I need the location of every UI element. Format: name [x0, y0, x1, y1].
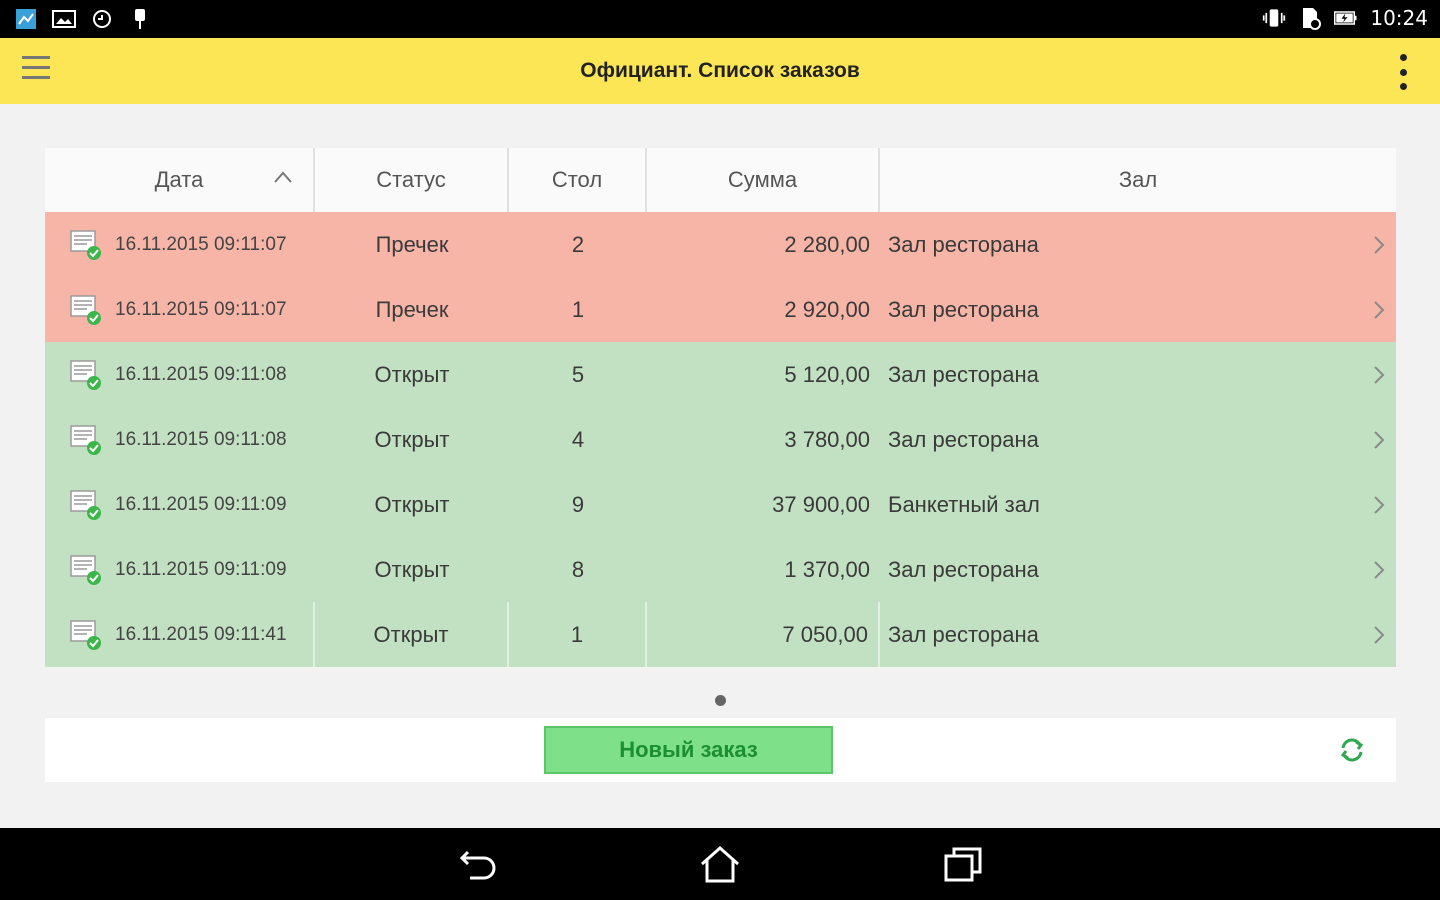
cell-sum: 1 370,00 — [784, 556, 870, 582]
cell-date: 16.11.2015 09:11:08 — [45, 407, 315, 472]
date-text: 16.11.2015 09:11:07 — [115, 298, 287, 320]
app-title-bar: Официант. Список заказов — [0, 38, 1440, 104]
android-status-bar: 10:24 — [0, 0, 1440, 38]
cell-date: 16.11.2015 09:11:41 — [45, 602, 315, 667]
image-icon — [52, 7, 76, 31]
page-indicator — [715, 695, 726, 706]
table-row[interactable]: 16.11.2015 09:11:41 Открыт 1 7 050,00 Зал ре… — [45, 602, 1396, 667]
column-header-label: Стол — [551, 167, 603, 192]
cell-sum: 2 280,00 — [784, 231, 870, 257]
cell-table: 8 — [571, 556, 585, 582]
chevron-right-icon — [1374, 366, 1385, 384]
column-header-table[interactable]: Стол — [509, 148, 647, 212]
cell-table: 5 — [571, 361, 585, 387]
sort-ascending-icon — [274, 171, 292, 183]
cell-sum: 5 120,00 — [784, 361, 870, 387]
column-header-label: Зал — [1118, 167, 1158, 192]
app-icon — [14, 7, 38, 31]
cell-sum: 2 920,00 — [784, 296, 870, 322]
cell-sum: 7 050,00 — [647, 602, 880, 667]
table-row[interactable]: 16.11.2015 09:11:08 Открыт 4 3 780,00 Зал ре… — [45, 407, 1396, 472]
column-header-date[interactable]: Дата — [45, 148, 315, 212]
chevron-right-icon — [1374, 561, 1385, 579]
battery-charging-icon — [1334, 6, 1358, 30]
cell-hall: Зал ресторана — [888, 621, 1039, 647]
cell-status: Открыт — [374, 491, 450, 517]
cell-hall: Банкетный зал — [888, 491, 1040, 517]
cell-status: Пречек — [375, 296, 449, 322]
overflow-menu-icon[interactable] — [1396, 54, 1410, 90]
chevron-right-icon — [1374, 236, 1385, 254]
cell-date: 16.11.2015 09:11:07 — [45, 212, 315, 277]
table-row[interactable]: 16.11.2015 09:11:09 Открыт 9 37 900,00 Банке… — [45, 472, 1396, 537]
home-icon[interactable] — [698, 844, 742, 884]
sd-card-icon — [1298, 6, 1322, 30]
cell-status: Пречек — [375, 231, 449, 257]
chevron-right-icon — [1374, 626, 1385, 644]
new-order-button[interactable]: Новый заказ — [544, 726, 833, 774]
table-row[interactable]: 16.11.2015 09:11:07 Пречек 1 2 920,00 Зал ре… — [45, 277, 1396, 342]
column-header-hall[interactable]: Зал — [880, 148, 1396, 212]
column-header-label: Статус — [376, 167, 446, 192]
cell-status: Открыт — [374, 556, 450, 582]
page-title: Официант. Список заказов — [580, 59, 860, 82]
bottom-action-panel: Новый заказ — [45, 718, 1396, 782]
cell-hall: Зал ресторана — [888, 426, 1039, 452]
column-header-sum[interactable]: Сумма — [647, 148, 880, 212]
clock: 10:24 — [1370, 6, 1428, 30]
date-text: 16.11.2015 09:11:41 — [115, 623, 287, 645]
date-text: 16.11.2015 09:11:09 — [115, 558, 287, 580]
recent-apps-icon[interactable] — [942, 844, 986, 884]
order-document-icon — [69, 423, 103, 457]
chevron-right-icon — [1374, 431, 1385, 449]
order-document-icon — [69, 228, 103, 262]
cell-status: Открыт — [374, 361, 450, 387]
notification-icons — [14, 7, 152, 31]
cell-hall: Зал ресторана — [888, 361, 1039, 387]
order-document-icon — [69, 618, 103, 652]
back-icon[interactable] — [456, 844, 500, 884]
refresh-icon[interactable] — [1336, 734, 1368, 766]
cell-sum: 37 900,00 — [772, 491, 870, 517]
order-document-icon — [69, 553, 103, 587]
cell-hall: Зал ресторана — [888, 231, 1039, 257]
table-body: 16.11.2015 09:11:07 Пречек 2 2 280,00 Зал ре… — [45, 212, 1396, 667]
cell-hall: Зал ресторана — [888, 556, 1039, 582]
usb-icon — [128, 7, 152, 31]
order-document-icon — [69, 293, 103, 327]
cell-table: 1 — [509, 602, 647, 667]
cell-table: 1 — [571, 296, 585, 322]
system-icons: 10:24 — [1262, 6, 1428, 30]
cell-date: 16.11.2015 09:11:07 — [45, 277, 315, 342]
column-header-status[interactable]: Статус — [315, 148, 509, 212]
cell-status: Открыт — [374, 426, 450, 452]
orders-table: Дата Статус Стол Сумма Зал 16.11.2015 09… — [45, 148, 1396, 667]
cell-status: Открыт — [315, 602, 509, 667]
date-text: 16.11.2015 09:11:08 — [115, 428, 287, 450]
cell-table: 9 — [571, 491, 585, 517]
sync-icon — [90, 7, 114, 31]
column-header-label: Дата — [154, 167, 204, 192]
android-navigation-bar — [0, 828, 1440, 900]
cell-table: 2 — [571, 231, 585, 257]
vibrate-icon — [1262, 6, 1286, 30]
chevron-right-icon — [1374, 301, 1385, 319]
date-text: 16.11.2015 09:11:08 — [115, 363, 287, 385]
cell-date: 16.11.2015 09:11:09 — [45, 472, 315, 537]
column-header-label: Сумма — [727, 167, 798, 192]
table-row[interactable]: 16.11.2015 09:11:07 Пречек 2 2 280,00 Зал ре… — [45, 212, 1396, 277]
order-document-icon — [69, 358, 103, 392]
table-row[interactable]: 16.11.2015 09:11:08 Открыт 5 5 120,00 Зал ре… — [45, 342, 1396, 407]
cell-date: 16.11.2015 09:11:09 — [45, 537, 315, 602]
chevron-right-icon — [1374, 496, 1385, 514]
cell-table: 4 — [571, 426, 585, 452]
table-row[interactable]: 16.11.2015 09:11:09 Открыт 8 1 370,00 Зал ре… — [45, 537, 1396, 602]
date-text: 16.11.2015 09:11:07 — [115, 233, 287, 255]
cell-hall: Зал ресторана — [888, 296, 1039, 322]
table-header: Дата Статус Стол Сумма Зал — [45, 148, 1396, 212]
cell-date: 16.11.2015 09:11:08 — [45, 342, 315, 407]
cell-sum: 3 780,00 — [784, 426, 870, 452]
order-document-icon — [69, 488, 103, 522]
date-text: 16.11.2015 09:11:09 — [115, 493, 287, 515]
